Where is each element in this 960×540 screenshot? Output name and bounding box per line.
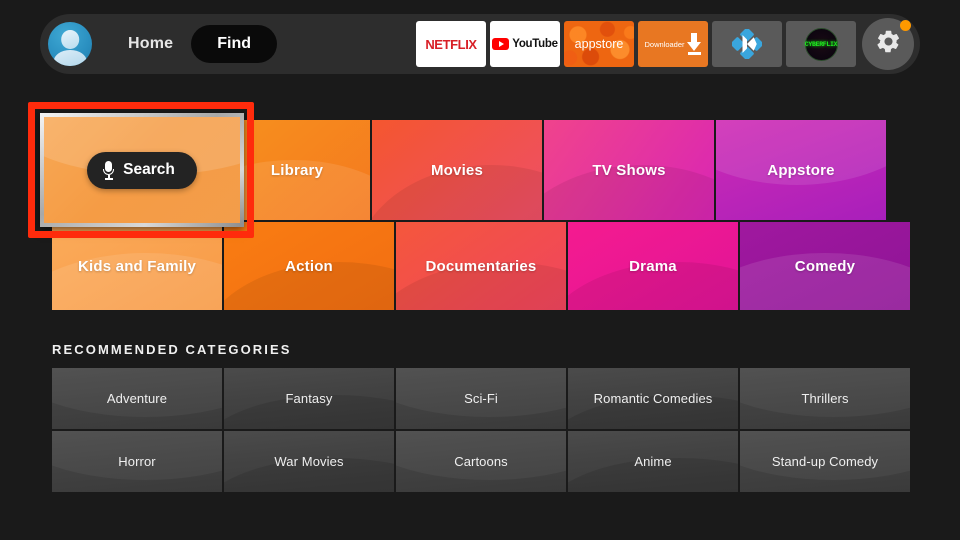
category-tile-cartoons[interactable]: Cartoons [396, 431, 566, 492]
tile-comedy[interactable]: Comedy [740, 222, 910, 310]
recommended-categories-heading: RECOMMENDED CATEGORIES [52, 342, 292, 357]
search-tile[interactable]: Search [40, 113, 244, 227]
netflix-logo-text: NETFLIX [425, 36, 477, 52]
microphone-icon [103, 160, 115, 180]
category-tile-sci-fi[interactable]: Sci-Fi [396, 368, 566, 429]
category-tile-stand-up-comedy[interactable]: Stand-up Comedy [740, 431, 910, 492]
tile-library[interactable]: Library [224, 120, 370, 220]
tile-label: Comedy [794, 257, 856, 275]
kodi-logo-icon [730, 27, 764, 61]
nav-item-find[interactable]: Find [191, 25, 278, 63]
top-navigation-bar: Home Find NETFLIX YouTube appstore Downl… [40, 14, 920, 74]
category-row-two: Horror War Movies Cartoons Anime Stand-u… [52, 431, 910, 492]
category-label: Anime [634, 454, 672, 469]
search-label: Search [123, 161, 175, 178]
category-label: War Movies [274, 454, 344, 469]
settings-notification-dot [900, 20, 911, 31]
app-shortcut-kodi[interactable] [712, 21, 782, 67]
category-tile-horror[interactable]: Horror [52, 431, 222, 492]
tile-label: Appstore [767, 161, 835, 179]
tile-documentaries[interactable]: Documentaries [396, 222, 566, 310]
recommended-categories-grid: Adventure Fantasy Sci-Fi Romantic Comedi… [52, 368, 910, 492]
avatar-body-shape [53, 50, 87, 66]
tile-movies[interactable]: Movies [372, 120, 542, 220]
tile-tv-shows[interactable]: TV Shows [544, 120, 714, 220]
app-shortcut-cyberflix[interactable]: CYBERFLIX [786, 21, 856, 67]
cyberflix-logo-icon: CYBERFLIX [804, 27, 838, 61]
category-label: Sci-Fi [464, 391, 498, 406]
tile-row-primary: Search Library Movies TV Shows Appstore [28, 102, 910, 238]
appstore-logo-text: appstore [574, 37, 624, 51]
category-tile-anime[interactable]: Anime [568, 431, 738, 492]
tile-row-secondary: Kids and Family Action Documentaries Dra… [52, 222, 910, 310]
tile-label: Kids and Family [77, 257, 197, 275]
category-label: Horror [118, 454, 156, 469]
category-tile-thrillers[interactable]: Thrillers [740, 368, 910, 429]
category-label: Stand-up Comedy [771, 454, 879, 469]
search-tile-slot: Search [28, 102, 254, 238]
category-label: Thrillers [801, 391, 849, 406]
settings-button[interactable] [862, 18, 914, 70]
avatar-head-shape [61, 30, 79, 49]
search-button[interactable]: Search [87, 151, 197, 189]
tile-label: TV Shows [592, 161, 666, 179]
tile-appstore[interactable]: Appstore [716, 120, 886, 220]
app-shortcut-appstore[interactable]: appstore [564, 21, 634, 67]
category-tile-fantasy[interactable]: Fantasy [224, 368, 394, 429]
youtube-logo-text: YouTube [512, 38, 558, 50]
category-label: Adventure [106, 391, 168, 406]
tile-label: Library [270, 161, 324, 179]
download-arrow-icon [686, 33, 702, 55]
youtube-play-icon [492, 38, 510, 50]
app-shortcuts-row: NETFLIX YouTube appstore Downloader CYBE… [416, 18, 920, 70]
category-label: Fantasy [285, 391, 333, 406]
app-shortcut-youtube[interactable]: YouTube [490, 21, 560, 67]
profile-avatar[interactable] [48, 22, 92, 66]
tile-kids-and-family[interactable]: Kids and Family [52, 222, 222, 310]
main-tile-grid: Search Library Movies TV Shows Appstore … [28, 102, 910, 310]
tile-label: Action [285, 257, 333, 275]
tile-label: Drama [629, 257, 677, 275]
tile-label: Movies [430, 161, 484, 179]
tile-drama[interactable]: Drama [568, 222, 738, 310]
app-shortcut-netflix[interactable]: NETFLIX [416, 21, 486, 67]
category-tile-war-movies[interactable]: War Movies [224, 431, 394, 492]
nav-item-home[interactable]: Home [128, 35, 173, 53]
downloader-logo-text: Downloader [644, 39, 685, 49]
category-label: Cartoons [454, 454, 508, 469]
app-shortcut-downloader[interactable]: Downloader [638, 21, 708, 67]
cyberflix-logo-text: CYBERFLIX [804, 40, 838, 48]
category-label: Romantic Comedies [593, 391, 713, 406]
category-row-one: Adventure Fantasy Sci-Fi Romantic Comedi… [52, 368, 910, 429]
tile-action[interactable]: Action [224, 222, 394, 310]
gear-icon [875, 28, 902, 60]
category-tile-romantic-comedies[interactable]: Romantic Comedies [568, 368, 738, 429]
category-tile-adventure[interactable]: Adventure [52, 368, 222, 429]
tile-label: Documentaries [425, 257, 537, 275]
